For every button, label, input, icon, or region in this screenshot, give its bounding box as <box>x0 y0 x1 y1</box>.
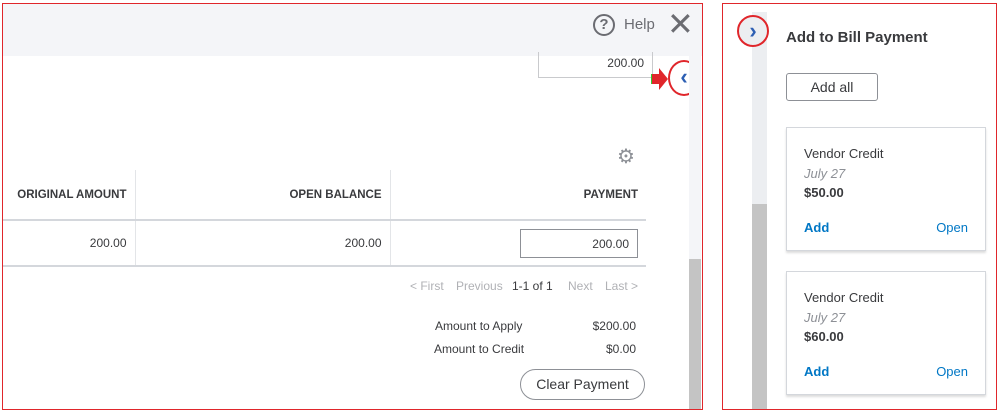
original-amount-cell: 200.00 <box>3 220 136 267</box>
panel-title: Add to Bill Payment <box>786 29 928 46</box>
panel-scrollbar-thumb[interactable] <box>752 204 767 409</box>
card-add-link[interactable]: Add <box>804 364 829 379</box>
amount-to-apply-label: Amount to Apply <box>435 319 523 333</box>
scrollbar-thumb[interactable] <box>689 259 701 409</box>
col-payment[interactable]: PAYMENT <box>390 170 646 221</box>
payment-input[interactable]: 200.00 <box>520 228 638 258</box>
add-to-bill-payment-panel: › Add to Bill Payment Add all Vendor Cre… <box>722 3 997 410</box>
table-row: 200.00 200.00 200.00 <box>3 220 646 267</box>
pager-next[interactable]: Next <box>568 279 593 293</box>
col-open-balance[interactable]: OPEN BALANCE <box>135 170 391 221</box>
card-add-link[interactable]: Add <box>804 220 829 235</box>
amount-input[interactable]: 200.00 <box>538 52 653 78</box>
amount-to-credit-value: $0.00 <box>605 342 636 356</box>
card-amount: $50.00 <box>804 185 844 200</box>
col-original-amount[interactable]: ORIGINAL AMOUNT <box>3 170 136 221</box>
card-date: July 27 <box>804 166 846 181</box>
pager-last[interactable]: Last > <box>605 279 638 293</box>
add-all-button[interactable]: Add all <box>786 73 878 101</box>
transactions-table: ORIGINAL AMOUNT OPEN BALANCE PAYMENT 200… <box>3 170 646 267</box>
pager-first[interactable]: < First <box>410 279 444 293</box>
expand-panel-button[interactable]: › <box>737 15 769 47</box>
payment-cell: 200.00 <box>390 220 646 267</box>
vendor-credit-card: Vendor Credit July 27 $50.00 Add Open <box>786 127 986 251</box>
help-link[interactable]: Help <box>624 16 655 33</box>
help-icon[interactable]: ? <box>593 14 615 36</box>
card-date: July 27 <box>804 310 846 325</box>
card-open-link[interactable]: Open <box>936 364 968 379</box>
amount-to-credit-label: Amount to Credit <box>434 342 525 356</box>
card-amount: $60.00 <box>804 329 844 344</box>
pager-previous[interactable]: Previous <box>456 279 503 293</box>
gear-icon[interactable]: ⚙ <box>617 144 635 169</box>
card-open-link[interactable]: Open <box>936 220 968 235</box>
bill-payment-main: ? Help ✕ 200.00 ‹ ⚙ ORIGINAL AMOUNT OPEN… <box>2 3 703 410</box>
card-title: Vendor Credit <box>804 290 884 305</box>
annotation-arrow-icon <box>651 74 659 84</box>
vendor-credit-card: Vendor Credit July 27 $60.00 Add Open <box>786 271 986 395</box>
card-title: Vendor Credit <box>804 146 884 161</box>
annotation-arrow-head-icon <box>659 68 668 90</box>
clear-payment-button[interactable]: Clear Payment <box>520 369 645 400</box>
pager-range: 1-1 of 1 <box>512 279 553 293</box>
open-balance-cell: 200.00 <box>135 220 391 267</box>
close-icon[interactable]: ✕ <box>667 6 694 42</box>
amount-to-apply-value: $200.00 <box>592 319 636 333</box>
